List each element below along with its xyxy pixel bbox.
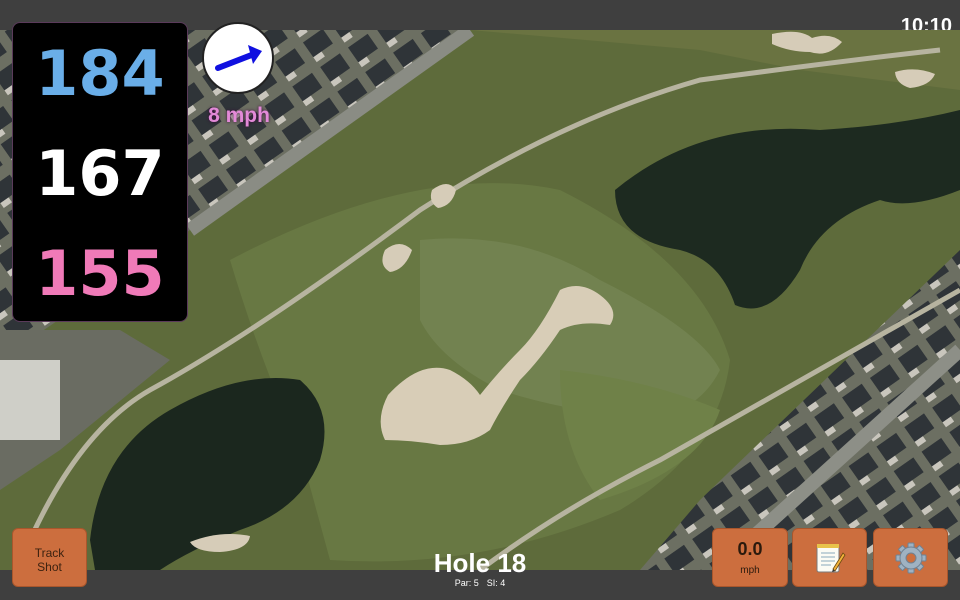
track-shot-label-line1: Track bbox=[34, 546, 65, 560]
track-shot-button[interactable]: Track Shot bbox=[12, 528, 87, 587]
wind-direction-indicator bbox=[202, 22, 274, 94]
hole-stroke-index: SI: 4 bbox=[486, 578, 506, 588]
notepad-icon bbox=[816, 544, 846, 573]
wind-speed-label: 8 mph bbox=[208, 104, 270, 127]
notes-button[interactable] bbox=[792, 528, 867, 587]
settings-button[interactable] bbox=[873, 528, 948, 587]
hole-title: Hole 18 bbox=[433, 548, 527, 578]
back-distance: 184 bbox=[35, 37, 165, 110]
wind-speed-button[interactable]: 0.0 mph bbox=[712, 528, 788, 587]
middle-distance: 167 bbox=[35, 137, 165, 210]
wind-speed-unit: mph bbox=[740, 565, 760, 576]
hole-info: Par: 5 SI: 4 bbox=[380, 578, 580, 588]
wind-arrow-icon bbox=[215, 45, 262, 71]
hole-par: Par: 5 bbox=[454, 578, 479, 588]
track-shot-label-line2: Shot bbox=[37, 560, 62, 574]
wind-speed-value: 0.0 bbox=[737, 539, 763, 559]
front-distance: 155 bbox=[35, 237, 165, 310]
gear-icon bbox=[895, 542, 927, 574]
distance-panel: 184 167 155 bbox=[12, 22, 188, 322]
